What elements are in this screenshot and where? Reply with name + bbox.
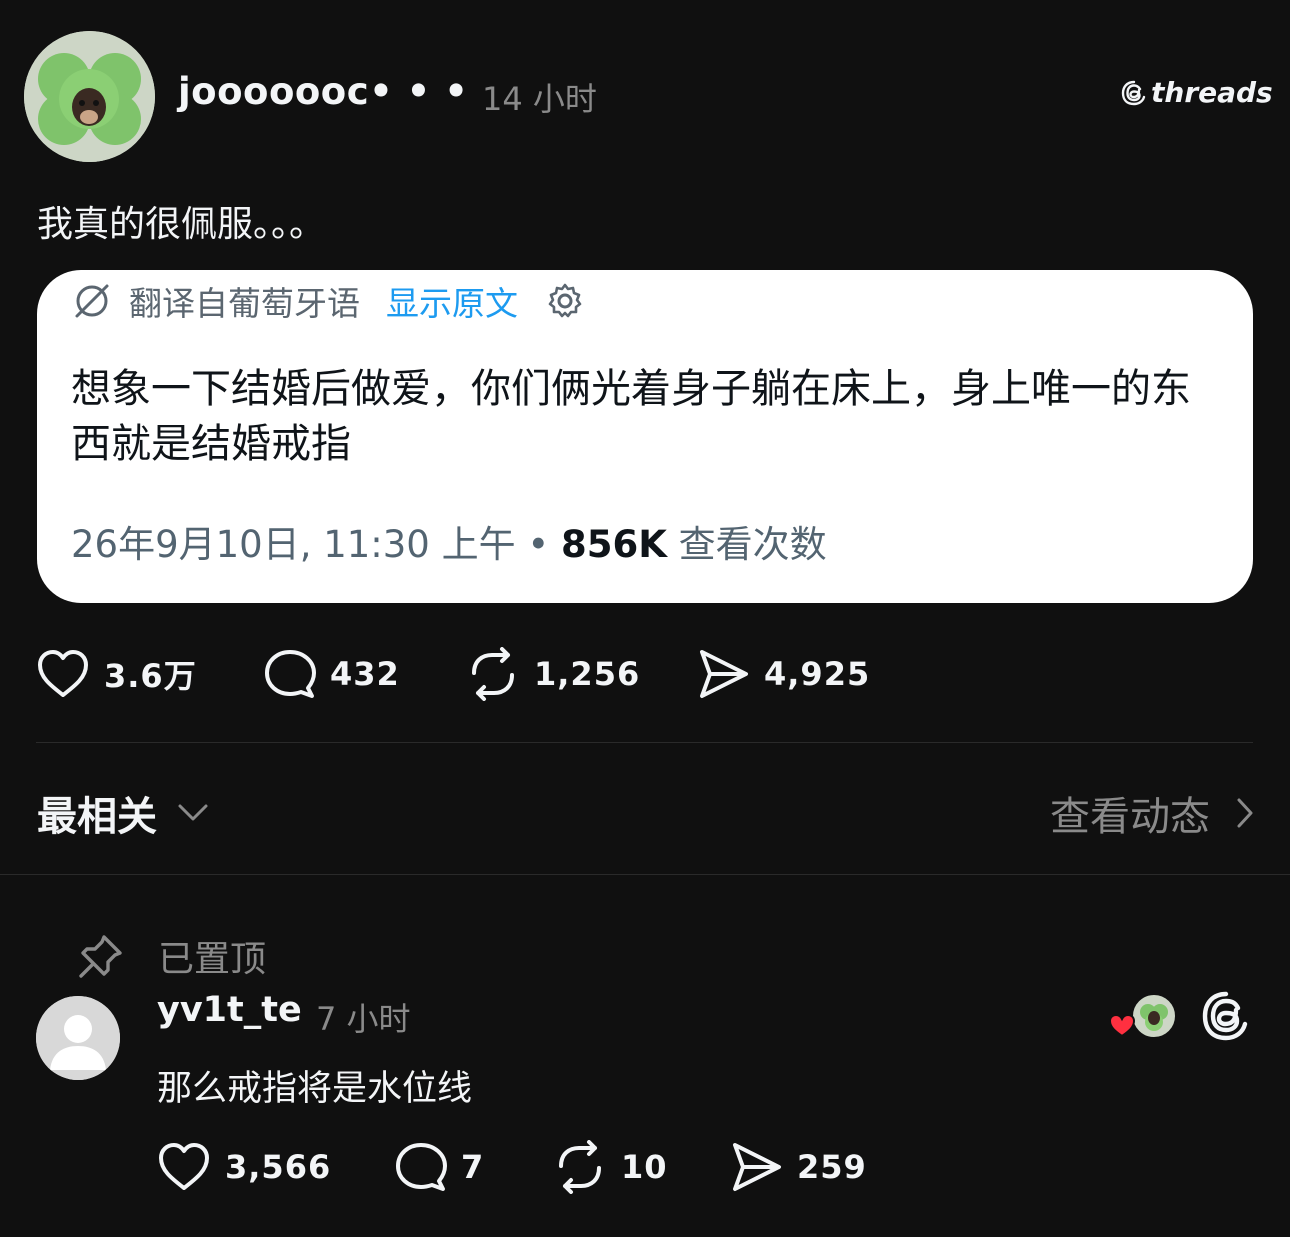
heart-icon <box>159 1143 209 1190</box>
threads-brand: threads <box>1120 76 1273 109</box>
reply-time: 7 小时 <box>316 1000 411 1038</box>
sort-dropdown[interactable]: 最相关 <box>37 784 209 842</box>
heart-icon <box>38 650 88 697</box>
reply-comment-count: 7 <box>461 1148 485 1186</box>
show-original-link[interactable]: 显示原文 <box>386 277 518 325</box>
brand-label: threads <box>1151 76 1273 109</box>
reply-comment-button[interactable]: 7 <box>395 1141 553 1193</box>
like-count: 3.6万 <box>104 657 197 695</box>
share-icon <box>733 1143 781 1191</box>
post-author-avatar[interactable] <box>24 31 155 162</box>
post-author-username[interactable]: jooooooc• • • <box>178 70 468 113</box>
liked-by-author-icon <box>1108 993 1177 1039</box>
share-icon <box>700 650 748 698</box>
share-button[interactable]: 4,925 <box>698 648 870 700</box>
default-avatar-icon <box>36 996 120 1080</box>
repost-icon <box>559 1140 601 1194</box>
chevron-right-icon <box>1237 798 1253 828</box>
pinned-label: 已置顶 <box>158 939 267 980</box>
repost-button[interactable]: 1,256 <box>466 647 698 701</box>
reply-repost-count: 10 <box>621 1148 668 1186</box>
post-time: 14 小时 <box>482 80 597 118</box>
threads-logo-icon <box>1121 80 1146 105</box>
reply-author-username[interactable]: yv1t_te <box>157 990 302 1030</box>
quoted-meta: 26年9月10日, 11:30 上午 • 856K 查看次数 <box>71 514 827 568</box>
reply-share-button[interactable]: 259 <box>731 1141 867 1193</box>
quoted-text: 想象一下结婚后做爱，你们俩光着身子躺在床上，身上唯一的东西就是结婚戒指 <box>71 366 1191 467</box>
translate-icon <box>75 284 109 318</box>
translation-row: 翻译自葡萄牙语 显示原文 <box>71 276 586 326</box>
reply-repost-button[interactable]: 10 <box>553 1140 731 1194</box>
post-text: 我真的很佩服。。。 <box>37 204 326 245</box>
quoted-views-count: 856K <box>560 523 667 566</box>
reply-actions: 3,566 7 10 259 <box>157 1138 867 1196</box>
post-actions: 3.6万 432 1,256 4,925 <box>36 645 870 703</box>
author-liked-indicator <box>1108 992 1178 1042</box>
view-activity-label: 查看动态 <box>1050 794 1210 840</box>
sort-label: 最相关 <box>37 794 157 840</box>
share-count: 4,925 <box>764 655 871 693</box>
quoted-date: 26年9月10日, 11:30 上午 • <box>71 523 561 566</box>
divider <box>36 742 1253 743</box>
like-button[interactable]: 3.6万 <box>36 649 264 699</box>
comment-button[interactable]: 432 <box>264 648 466 700</box>
threads-logo-icon[interactable] <box>1200 990 1252 1042</box>
chevron-down-icon <box>178 804 208 821</box>
translated-from-label: 翻译自葡萄牙语 <box>129 284 360 323</box>
reply-like-count: 3,566 <box>225 1148 332 1186</box>
repost-icon <box>472 647 514 701</box>
pinned-indicator: 已置顶 <box>78 930 266 982</box>
quoted-screenshot-card: 翻译自葡萄牙语 显示原文 想象一下结婚后做爱，你们俩光着身子躺在床上，身上唯一的… <box>37 270 1253 603</box>
divider <box>0 874 1290 875</box>
avatar-image <box>24 31 155 162</box>
pin-icon <box>79 935 122 978</box>
repost-count: 1,256 <box>534 655 641 693</box>
reply-like-button[interactable]: 3,566 <box>157 1142 395 1192</box>
reply-author-avatar[interactable] <box>36 996 120 1080</box>
comment-count: 432 <box>330 655 400 693</box>
reply-text: 那么戒指将是水位线 <box>157 1069 473 1109</box>
comment-icon <box>396 1143 447 1191</box>
reply-share-count: 259 <box>797 1148 867 1186</box>
view-activity-link[interactable]: 查看动态 <box>1050 784 1254 842</box>
gear-icon[interactable] <box>544 280 586 322</box>
comment-icon <box>265 650 316 698</box>
quoted-views-label: 查看次数 <box>666 523 827 566</box>
